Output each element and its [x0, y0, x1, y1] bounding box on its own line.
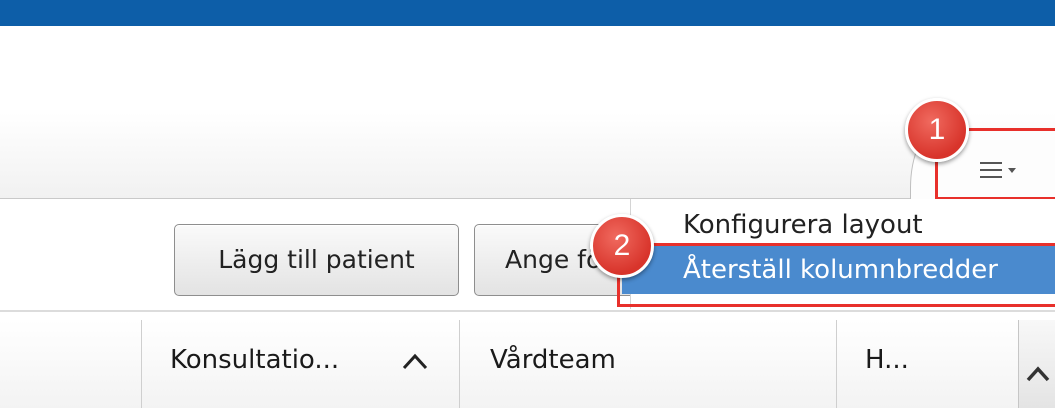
- column-header-consultation[interactable]: Konsultatio...: [170, 340, 339, 380]
- app-header-bar: [0, 0, 1055, 26]
- column-separator[interactable]: [836, 320, 837, 408]
- scroll-up-button[interactable]: [1018, 320, 1055, 408]
- add-patient-button[interactable]: Lägg till patient: [174, 224, 459, 296]
- sort-ascending-icon[interactable]: [398, 346, 432, 376]
- column-separator[interactable]: [141, 320, 142, 408]
- callout-badge-2: 2: [590, 214, 654, 278]
- menu-item-configure-layout[interactable]: Konfigurera layout: [683, 205, 923, 245]
- table-divider: [0, 310, 1055, 312]
- callout-badge-1: 1: [905, 98, 969, 162]
- chevron-up-icon: [1026, 366, 1050, 382]
- column-separator[interactable]: [459, 320, 460, 408]
- column-header-h[interactable]: H...: [865, 340, 909, 380]
- tab-strip: [0, 112, 1055, 199]
- callout-highlight-reset: [617, 243, 1055, 307]
- column-header-care-team[interactable]: Vårdteam: [490, 340, 616, 380]
